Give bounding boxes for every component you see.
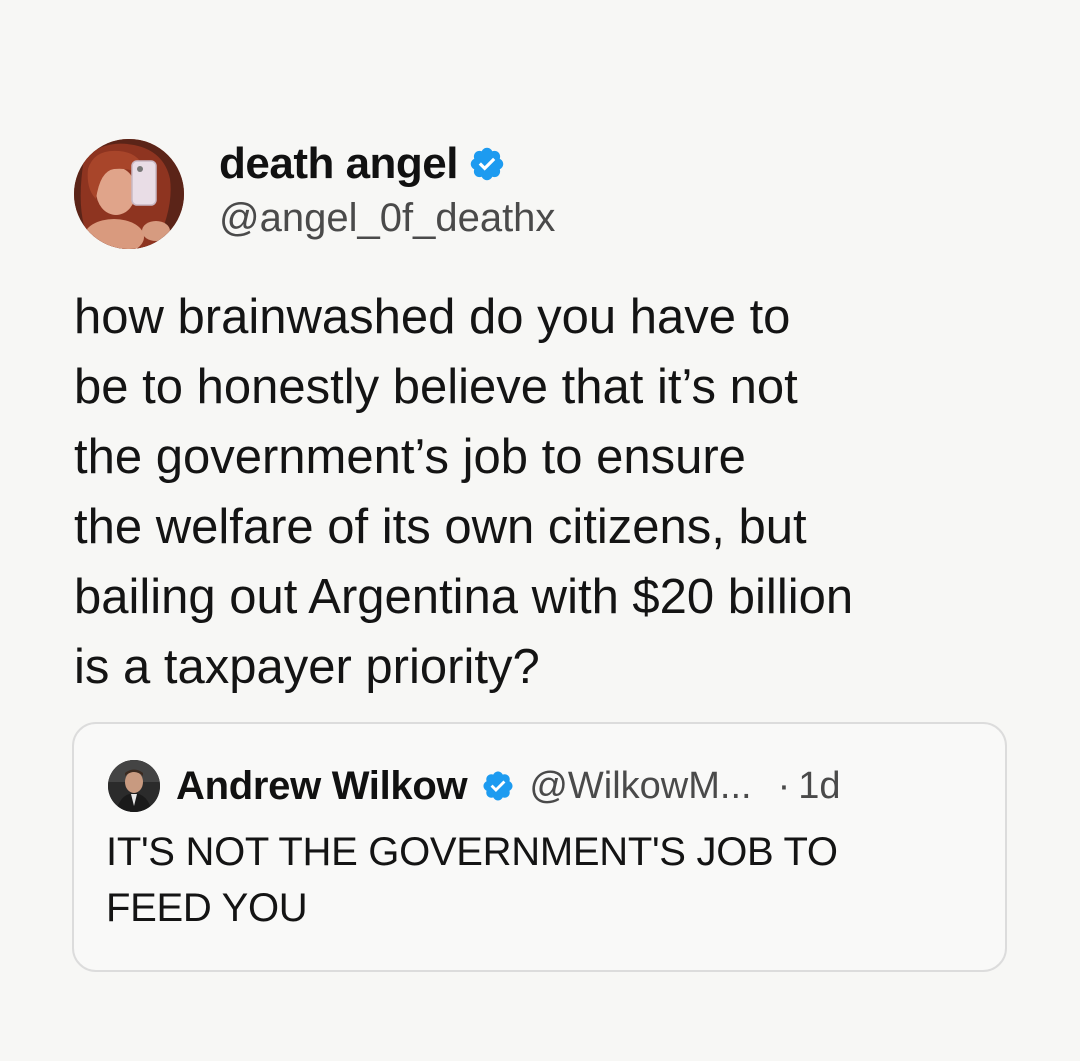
quoted-author-avatar[interactable] xyxy=(108,760,160,812)
tweet-body-line: the government’s job to ensure xyxy=(74,430,746,484)
tweet-body-line: bailing out Argentina with $20 billion xyxy=(74,570,854,624)
author-avatar[interactable] xyxy=(74,139,184,249)
tweet-body: how brainwashed do you have to be to hon… xyxy=(74,282,1034,702)
separator-dot: · xyxy=(777,764,791,807)
quoted-body-line: FEED YOU xyxy=(106,886,308,930)
avatar-image xyxy=(74,139,184,249)
tweet-body-line: is a taxpayer priority? xyxy=(74,640,540,694)
quoted-author-handle[interactable]: @WilkowM... xyxy=(529,765,751,808)
author-handle[interactable]: @angel_0f_deathx xyxy=(219,196,555,241)
quoted-author-display-name[interactable]: Andrew Wilkow xyxy=(176,764,468,809)
tweet-body-line: the welfare of its own citizens, but xyxy=(74,500,807,554)
quoted-tweet-body: IT'S NOT THE GOVERNMENT'S JOB TO FEED YO… xyxy=(106,824,986,936)
author-display-name[interactable]: death angel xyxy=(219,139,459,189)
tweet-body-line: be to honestly believe that it’s not xyxy=(74,360,798,414)
verified-badge-icon xyxy=(468,145,506,183)
tweet-body-line: how brainwashed do you have to xyxy=(74,290,791,344)
quoted-timestamp[interactable]: 1d xyxy=(798,765,840,808)
author-name-row: death angel xyxy=(219,138,506,190)
verified-badge-icon xyxy=(481,769,515,803)
quoted-tweet-header: Andrew Wilkow @WilkowM... · 1d xyxy=(176,758,841,814)
tweet-card: death angel @angel_0f_deathx how brainwa… xyxy=(0,0,1080,1061)
quoted-body-line: IT'S NOT THE GOVERNMENT'S JOB TO xyxy=(106,830,838,874)
quoted-tweet-card[interactable]: Andrew Wilkow @WilkowM... · 1d IT'S NOT … xyxy=(72,722,1007,972)
quoted-avatar-image xyxy=(108,760,160,812)
